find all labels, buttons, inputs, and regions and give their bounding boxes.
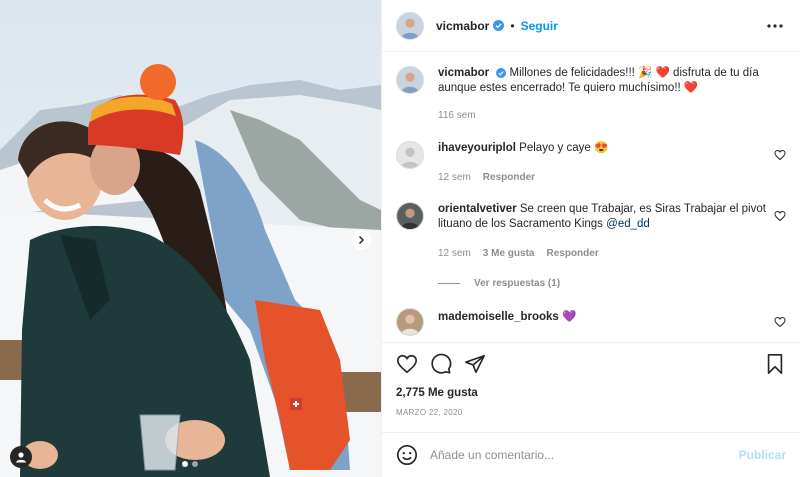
comment-body: mademoiselle_brooks 💜: [438, 308, 786, 336]
comment-like-icon[interactable]: [774, 316, 786, 328]
comment-icon[interactable]: [430, 353, 452, 375]
heart-icon[interactable]: [396, 353, 418, 375]
commenter-avatar[interactable]: [396, 308, 424, 336]
next-photo-button[interactable]: [351, 230, 371, 250]
like-count[interactable]: 2,775 Me gusta: [382, 384, 800, 402]
tagged-users-button[interactable]: [10, 446, 32, 468]
more-options-button[interactable]: [764, 15, 786, 37]
add-comment-bar: Publicar: [382, 432, 800, 477]
post-side-panel: vicmabor • Seguir vicmabor Millones de f…: [381, 0, 800, 477]
comment-likes[interactable]: 3 Me gusta: [483, 246, 535, 261]
caption-time: 116 sem: [438, 110, 476, 121]
view-replies-label: Ver respuestas (1): [474, 278, 561, 289]
post-date: MARZO 22, 2020: [396, 408, 463, 417]
instagram-post: vicmabor • Seguir vicmabor Millones de f…: [0, 0, 800, 477]
comment-text: Pelayo y caye 😍: [519, 142, 609, 154]
author-username[interactable]: vicmabor: [436, 19, 489, 33]
reply-button[interactable]: Responder: [483, 170, 535, 185]
comment-mention-link[interactable]: @ed_dd: [606, 218, 650, 230]
reply-button[interactable]: Responder: [546, 246, 598, 261]
comment-body: orientalvetiver Se creen que Trabajar, e…: [438, 202, 786, 261]
post-photo[interactable]: [0, 0, 381, 477]
comment-like-icon[interactable]: [774, 149, 786, 161]
comment-username[interactable]: ihaveyouriplol: [438, 142, 516, 154]
caption-username[interactable]: vicmabor: [438, 67, 489, 79]
publish-button[interactable]: Publicar: [739, 448, 786, 462]
user-tag-icon: [16, 452, 26, 463]
carousel-dot-active: [182, 461, 188, 467]
post-caption: vicmabor Millones de felicidades!!! 🎉 ❤️…: [396, 66, 786, 123]
follow-button[interactable]: Seguir: [521, 19, 558, 33]
emoji-icon[interactable]: [396, 444, 418, 466]
header-separator: •: [510, 18, 515, 33]
replies-divider: [438, 283, 460, 284]
more-options-icon: [767, 23, 783, 28]
comment-text: 💜: [562, 311, 577, 323]
verified-badge-icon: [493, 20, 505, 31]
view-replies-button[interactable]: Ver respuestas (1): [438, 278, 560, 289]
carousel-indicator: [182, 461, 198, 467]
commenter-avatar[interactable]: [396, 141, 424, 169]
share-icon[interactable]: [464, 353, 486, 375]
commenter-avatar[interactable]: [396, 202, 424, 230]
verified-badge-icon: [496, 67, 507, 78]
comment-username[interactable]: orientalvetiver: [438, 203, 517, 215]
post-header: vicmabor • Seguir: [382, 0, 800, 52]
post-actions-bar: [382, 342, 800, 384]
caption-avatar[interactable]: [396, 66, 424, 94]
caption-body: vicmabor Millones de felicidades!!! 🎉 ❤️…: [438, 66, 786, 123]
caption-text-line2: aunque estes encerrado! Te quiero muchís…: [438, 82, 699, 94]
comment-item: orientalvetiver Se creen que Trabajar, e…: [396, 202, 786, 261]
comment-username[interactable]: mademoiselle_brooks: [438, 311, 559, 323]
comment-like-icon[interactable]: [774, 210, 786, 222]
photo-scene: [0, 0, 381, 477]
comment-time: 12 sem: [438, 248, 471, 259]
comments-list[interactable]: vicmabor Millones de felicidades!!! 🎉 ❤️…: [382, 52, 800, 342]
chevron-right-icon: [358, 235, 365, 245]
comment-item: ihaveyouriplol Pelayo y caye 😍 12 sem Re…: [396, 141, 786, 185]
caption-text-line1: Millones de felicidades!!! 🎉 ❤️ disfruta…: [509, 67, 759, 79]
comment-item: mademoiselle_brooks 💜: [396, 308, 786, 336]
carousel-dot: [192, 461, 198, 467]
comment-input[interactable]: [430, 448, 739, 462]
author-avatar[interactable]: [396, 11, 424, 40]
bookmark-icon[interactable]: [764, 353, 786, 375]
comment-body: ihaveyouriplol Pelayo y caye 😍 12 sem Re…: [438, 141, 786, 185]
comment-time: 12 sem: [438, 172, 471, 183]
